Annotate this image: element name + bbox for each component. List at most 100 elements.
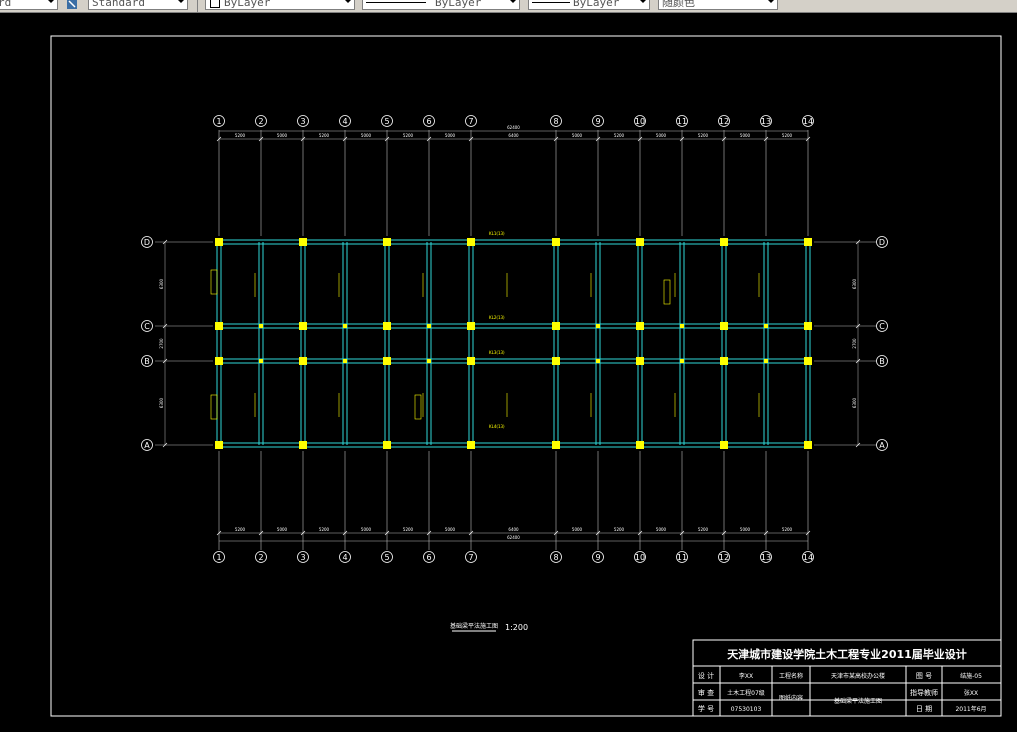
linetype-value: ByLayer <box>435 0 482 9</box>
bay-dimension: 5000 <box>277 527 288 532</box>
axis-number: 7 <box>468 553 473 562</box>
column <box>467 322 475 330</box>
annotation-block <box>663 279 671 305</box>
column <box>383 238 391 246</box>
bay-dimension: 5000 <box>572 133 583 138</box>
column <box>552 322 560 330</box>
dimension-lines: 62400 5200 5000 5200 5000 5200 5000 6400 5000 520… <box>159 125 861 542</box>
axis-number: 5 <box>384 553 389 562</box>
layer-color-value: ByLayer <box>224 0 271 9</box>
axis-number: 10 <box>635 553 645 562</box>
plot-style-dropdown[interactable]: 随颜色 <box>658 0 778 10</box>
axis-number: 13 <box>761 553 771 562</box>
column <box>596 324 600 328</box>
bay-dimension: 5000 <box>361 133 372 138</box>
annotation-block <box>210 269 218 295</box>
text-style-value: Standard <box>92 0 145 9</box>
column <box>467 441 475 449</box>
chevron-down-icon <box>767 0 775 3</box>
bay-dimension: 5200 <box>614 527 625 532</box>
column <box>680 324 684 328</box>
axis-number: 9 <box>595 553 600 562</box>
beam-tag: KL3(13) <box>489 350 505 355</box>
drawing-frame <box>50 35 1002 717</box>
dimension-style-dropdown[interactable]: rd <box>0 0 58 10</box>
plot-style-value: 随颜色 <box>662 0 695 9</box>
student-id: 07530103 <box>731 706 762 713</box>
chevron-down-icon <box>177 0 185 3</box>
layer-color-dropdown[interactable]: ByLayer <box>205 0 355 10</box>
column <box>764 359 768 363</box>
linetype-sample <box>366 2 426 3</box>
bay-dimension: 5000 <box>656 133 667 138</box>
column <box>764 324 768 328</box>
column <box>720 357 728 365</box>
drawing-name: 基础梁平法施工图 <box>834 697 882 705</box>
column <box>804 322 812 330</box>
column <box>804 441 812 449</box>
column <box>343 324 347 328</box>
text-style-icon[interactable] <box>66 0 78 10</box>
side-dimension: 6300 <box>159 397 164 408</box>
column <box>299 322 307 330</box>
drawing-no: 结施-05 <box>960 672 982 680</box>
advisor-label: 指导教师 <box>910 688 938 697</box>
axis-number: 6 <box>426 117 431 126</box>
drawing-no-label: 图 号 <box>916 672 932 680</box>
row-label: B <box>879 357 885 366</box>
column <box>383 441 391 449</box>
beam-tag: KL1(13) <box>489 231 505 236</box>
axis-number: 2 <box>258 553 263 562</box>
dimension-style-value: rd <box>0 0 12 9</box>
bay-dimension: 5200 <box>698 527 709 532</box>
beam-tag: KL2(13) <box>489 315 505 320</box>
side-dimension: 6300 <box>159 278 164 289</box>
student-id-label: 学 号 <box>698 704 714 713</box>
row-label: B <box>144 357 150 366</box>
column <box>804 238 812 246</box>
column <box>299 441 307 449</box>
bay-dimension: 5000 <box>361 527 372 532</box>
beam-tag: KL4(13) <box>489 424 505 429</box>
major-class: 土木工程07级 <box>727 689 765 697</box>
side-dimension: 2700 <box>852 338 857 349</box>
text-style-dropdown[interactable]: Standard <box>88 0 188 10</box>
bay-dimension: 5000 <box>740 133 751 138</box>
column <box>215 322 223 330</box>
row-label: C <box>144 322 150 331</box>
project-label: 工程名称 <box>779 672 803 680</box>
annotation-block <box>414 394 422 420</box>
cad-drawing: 11223344556677889910101111121213131414D D… <box>50 35 1002 717</box>
bay-dimension: 5200 <box>698 133 709 138</box>
column <box>467 357 475 365</box>
project-name: 天津市某高校办公楼 <box>831 672 885 680</box>
drawing-name-label: 图纸内容 <box>779 694 803 702</box>
designer-name: 李XX <box>739 672 753 680</box>
side-dimension: 6300 <box>852 397 857 408</box>
column <box>427 324 431 328</box>
column <box>299 357 307 365</box>
axis-number: 9 <box>595 117 600 126</box>
row-label: D <box>879 238 885 247</box>
column <box>259 324 263 328</box>
advisor-name: 张XX <box>964 689 978 697</box>
axis-number: 1 <box>216 553 221 562</box>
axis-grid: 11223344556677889910101111121213131414D D… <box>141 115 888 563</box>
column <box>215 357 223 365</box>
drawing-canvas[interactable]: 1 1 2 2 3 3 4 4 5 5 6 6 7 7 8 8 9 9 10 10 11 11 12 12 13 13 14 14 D D… <box>0 12 1017 728</box>
column <box>720 441 728 449</box>
axis-number: 14 <box>803 553 813 562</box>
bay-dimension: 5200 <box>319 133 330 138</box>
column <box>804 357 812 365</box>
column <box>383 322 391 330</box>
beam-lines <box>216 239 811 448</box>
bay-dimension: 5200 <box>403 527 414 532</box>
column <box>259 359 263 363</box>
check-label: 审 查 <box>698 688 714 697</box>
column <box>596 359 600 363</box>
row-label: C <box>879 322 885 331</box>
bay-dimension: 5000 <box>656 527 667 532</box>
axis-number: 7 <box>468 117 473 126</box>
total-dimension: 62400 <box>507 535 520 540</box>
axis-number: 11 <box>677 117 687 126</box>
